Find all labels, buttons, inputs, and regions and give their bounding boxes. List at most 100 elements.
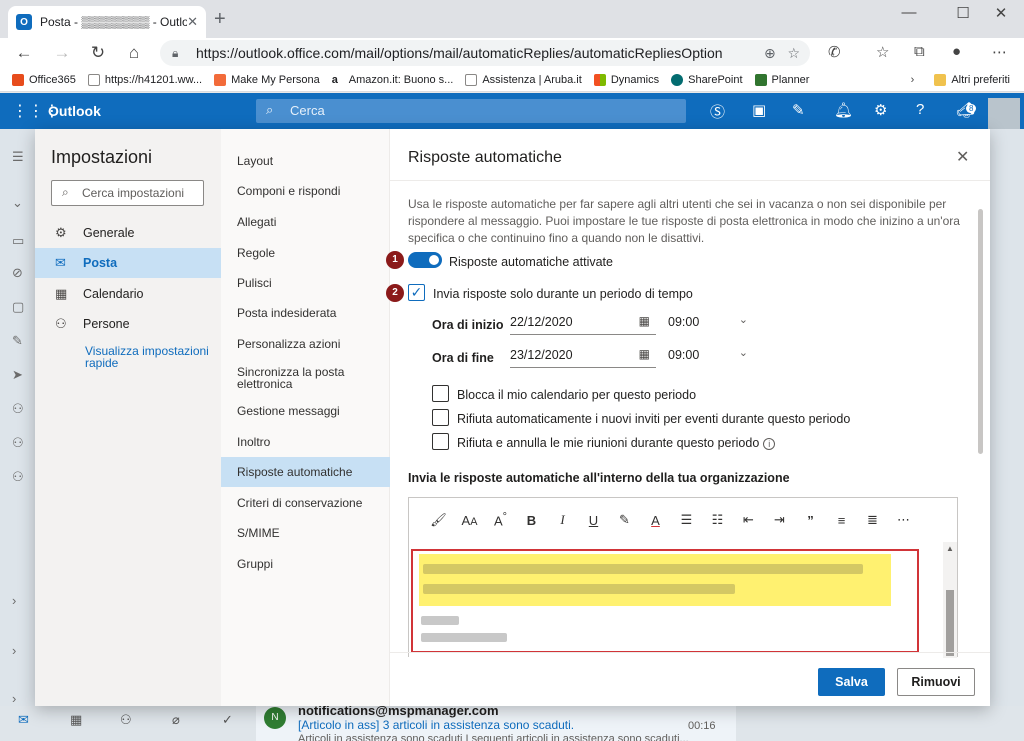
decrease-indent-icon[interactable]: ⇤	[733, 512, 764, 528]
pane-scrollbar[interactable]	[978, 209, 983, 454]
section-message-handling[interactable]: Gestione messaggi	[221, 405, 390, 417]
time-period-checkbox[interactable]: ✓	[408, 284, 425, 301]
increase-indent-icon[interactable]: ⇥	[764, 512, 795, 528]
bookmark-item[interactable]: SharePoint	[671, 73, 743, 86]
close-tab-icon[interactable]: ✕	[187, 14, 198, 30]
section-groups[interactable]: Gruppi	[221, 558, 390, 570]
group-icon[interactable]: ⚇	[12, 469, 24, 485]
folder-icon[interactable]: ▢	[12, 299, 24, 315]
skype-icon[interactable]: Ⓢ	[710, 101, 725, 122]
remove-button[interactable]: Rimuovi	[897, 668, 975, 696]
teams-icon[interactable]: ▣	[752, 101, 766, 119]
chevron-down-icon[interactable]: ⌄	[12, 195, 23, 211]
section-sweep[interactable]: Pulisci	[221, 277, 390, 289]
group-icon[interactable]: ⚇	[12, 435, 24, 451]
section-forwarding[interactable]: Inoltro	[221, 436, 390, 448]
help-icon[interactable]: ?	[916, 101, 924, 118]
browser-tab[interactable]: O Posta - ▒▒▒▒▒▒▒▒ - Outlook ✕	[8, 6, 206, 38]
automatic-replies-toggle[interactable]	[408, 252, 442, 268]
section-actions[interactable]: Personalizza azioni	[221, 338, 390, 350]
bell-icon[interactable]: 🔔︎	[834, 101, 853, 119]
junk-icon[interactable]: ⊘	[12, 265, 23, 281]
favorites-icon[interactable]: ☆	[876, 43, 889, 61]
category-people[interactable]: ⚇ Persone	[35, 309, 221, 339]
forward-icon[interactable]: →	[50, 43, 74, 63]
favorite-star-icon[interactable]: ⊕ ☆	[764, 45, 800, 62]
avatar[interactable]	[988, 98, 1020, 130]
chevron-right-icon[interactable]: ›	[12, 691, 16, 706]
outlook-search-input[interactable]: ⌕ Cerca	[256, 99, 686, 123]
bookmark-item[interactable]: a Amazon.it: Buono s...	[332, 74, 454, 86]
scroll-up-icon[interactable]: ▲	[946, 544, 954, 553]
attachment-icon[interactable]: ⌀	[172, 712, 180, 728]
gear-icon[interactable]: ⚙	[874, 101, 887, 119]
section-retention[interactable]: Criteri di conservazione	[221, 497, 390, 509]
settings-search-input[interactable]: ⌕ Cerca impostazioni	[51, 180, 204, 206]
collections-icon[interactable]: ⧉	[914, 43, 925, 60]
group-icon[interactable]: ⚇	[12, 401, 24, 417]
new-tab-icon[interactable]: +	[214, 9, 226, 29]
bookmark-item[interactable]: Assistenza | Aruba.it	[465, 73, 582, 86]
mail-list-item[interactable]: N notifications@mspmanager.com [Articolo…	[256, 700, 736, 741]
quick-settings-link[interactable]: Visualizza impostazioni rapide	[85, 345, 215, 369]
category-calendar[interactable]: ▦ Calendario	[35, 279, 221, 309]
more-icon[interactable]: ⋯	[992, 43, 1007, 61]
block-calendar-checkbox[interactable]	[432, 385, 449, 402]
home-icon[interactable]: ⌂	[122, 43, 146, 63]
message-body-highlight[interactable]	[411, 549, 919, 653]
close-icon[interactable]: ✕	[956, 147, 969, 167]
font-size-icon[interactable]: AA	[454, 513, 485, 528]
section-rules[interactable]: Regole	[221, 247, 390, 259]
hamburger-icon[interactable]: ☰	[12, 149, 24, 165]
start-date-field[interactable]: 22/12/2020 ▦	[510, 309, 656, 335]
category-mail[interactable]: ✉ Posta	[35, 248, 221, 278]
end-time-dropdown[interactable]: 09:00 ⌄	[668, 342, 748, 368]
align-left-icon[interactable]: ≡	[826, 513, 857, 528]
scroll-thumb[interactable]	[946, 590, 954, 656]
bookmark-item[interactable]: Dynamics	[593, 73, 659, 86]
align-center-icon[interactable]: ≣	[857, 512, 888, 528]
section-junk[interactable]: Posta indesiderata	[221, 307, 390, 319]
people-icon[interactable]: ⚇	[120, 712, 132, 728]
chevron-right-icon[interactable]: ›	[12, 643, 16, 658]
format-painter-icon[interactable]: 🖌︎	[423, 512, 454, 528]
grow-font-icon[interactable]: A°	[485, 511, 516, 528]
italic-icon[interactable]: I	[547, 512, 578, 528]
numbering-icon[interactable]: ☷	[702, 512, 733, 528]
section-automatic-replies[interactable]: Risposte automatiche	[221, 457, 390, 487]
back-icon[interactable]: ←	[12, 43, 36, 63]
editor-scrollbar[interactable]: ▲	[943, 542, 957, 658]
chevron-right-icon[interactable]: ›	[12, 593, 16, 608]
calendar-icon[interactable]: ▦	[70, 712, 82, 728]
mail-icon[interactable]: ✉	[18, 712, 29, 728]
bullets-icon[interactable]: ☰	[671, 512, 702, 528]
cancel-meetings-checkbox[interactable]	[432, 433, 449, 450]
sent-icon[interactable]: ➤	[12, 367, 23, 383]
underline-icon[interactable]: U	[578, 513, 609, 528]
section-layout[interactable]: Layout	[221, 155, 390, 167]
refresh-icon[interactable]: ↻	[86, 43, 110, 63]
window-close-icon[interactable]: ✕	[978, 4, 1024, 22]
quote-icon[interactable]: ”	[795, 513, 826, 528]
section-smime[interactable]: S/MIME	[221, 527, 390, 539]
section-attachments[interactable]: Allegati	[221, 216, 390, 228]
bookmark-item[interactable]: Make My Persona	[214, 73, 320, 86]
decline-invites-checkbox[interactable]	[432, 409, 449, 426]
start-time-dropdown[interactable]: 09:00 ⌄	[668, 309, 748, 335]
bold-icon[interactable]: B	[516, 513, 547, 528]
draft-icon[interactable]: ✎	[12, 333, 23, 349]
highlight-icon[interactable]: ✎	[609, 512, 640, 528]
inbox-icon[interactable]: ▭	[12, 233, 24, 249]
bookmark-item[interactable]: Office365	[12, 73, 76, 86]
font-color-icon[interactable]: A	[640, 513, 671, 528]
end-date-field[interactable]: 23/12/2020 ▦	[510, 342, 656, 368]
category-general[interactable]: ⚙ Generale	[35, 218, 221, 248]
minimize-icon[interactable]: —	[886, 4, 932, 21]
url-field[interactable]: 🔒︎ https://outlook.office.com/mail/optio…	[160, 40, 810, 66]
section-compose[interactable]: Componi e rispondi	[221, 185, 390, 197]
save-button[interactable]: Salva	[818, 668, 885, 696]
bookmark-item[interactable]: https://h41201.ww...	[87, 73, 202, 86]
bookmark-item[interactable]: Planner	[754, 73, 809, 86]
tasks-icon[interactable]: ✎	[792, 101, 805, 119]
other-bookmarks[interactable]: › Altri preferiti	[911, 73, 1010, 86]
